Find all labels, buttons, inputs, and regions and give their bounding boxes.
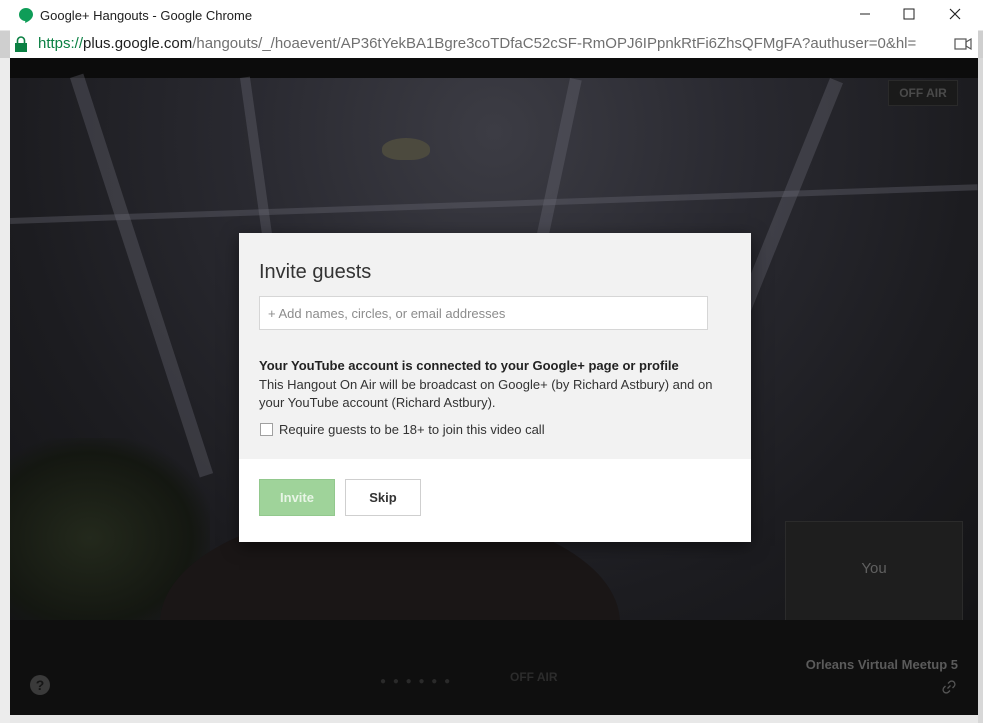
event-name: Orleans Virtual Meetup 5 <box>805 657 958 672</box>
invite-guests-dialog: Invite guests Your YouTube account is co… <box>239 233 751 542</box>
minimize-icon <box>860 13 870 15</box>
dialog-footer: Invite Skip <box>239 459 751 542</box>
close-icon <box>949 8 961 20</box>
url-text[interactable]: https://plus.google.com/hangouts/_/hoaev… <box>38 35 954 52</box>
status-dots: ● ● ● ● ● ● <box>380 676 453 687</box>
hangouts-icon <box>19 8 33 23</box>
url-path: /hangouts/_/hoaevent/AP36tYekBA1Bgre3coT… <box>192 35 917 52</box>
hangout-top-bar <box>10 58 978 78</box>
age-restriction-option[interactable]: Require guests to be 18+ to join this vi… <box>260 422 545 437</box>
maximize-button[interactable] <box>886 0 932 28</box>
close-button[interactable] <box>932 0 978 28</box>
youtube-broadcast-notice: This Hangout On Air will be broadcast on… <box>259 377 713 410</box>
url-scheme: https:// <box>38 35 84 52</box>
age-restriction-checkbox[interactable] <box>260 423 273 436</box>
hangout-bottom-bar: ? ● ● ● ● ● ● OFF AIR Orleans Virtual Me… <box>10 620 978 715</box>
youtube-connected-heading: Your YouTube account is connected to you… <box>259 358 679 373</box>
help-button[interactable]: ? <box>30 675 50 695</box>
ceiling-lamp <box>382 138 430 160</box>
window-title: Google+ Hangouts - Google Chrome <box>40 8 253 23</box>
skip-button[interactable]: Skip <box>345 479 421 516</box>
url-host: plus.google.com <box>83 35 193 52</box>
window-titlebar: Google+ Hangouts - Google Chrome <box>0 0 983 31</box>
ceiling-beam <box>70 73 214 478</box>
lock-icon <box>15 36 27 52</box>
minimize-button[interactable] <box>842 0 888 28</box>
self-view-thumbnail[interactable]: You <box>785 521 963 622</box>
dialog-title: Invite guests <box>259 261 372 283</box>
age-restriction-label: Require guests to be 18+ to join this vi… <box>279 422 545 437</box>
address-bar[interactable]: https://plus.google.com/hangouts/_/hoaev… <box>10 30 978 59</box>
window-right-edge <box>978 58 983 723</box>
ceiling-beam <box>10 184 978 224</box>
camera-blocked-icon[interactable] <box>954 37 972 51</box>
invite-button[interactable]: Invite <box>259 479 335 516</box>
invite-search-input[interactable] <box>259 296 708 330</box>
self-view-label: You <box>861 560 887 577</box>
maximize-icon <box>903 8 915 20</box>
off-air-badge: OFF AIR <box>888 80 958 106</box>
window-bottom-edge <box>10 715 978 723</box>
help-icon: ? <box>35 677 45 693</box>
off-air-status: OFF AIR <box>510 670 558 684</box>
link-icon[interactable] <box>942 680 956 694</box>
